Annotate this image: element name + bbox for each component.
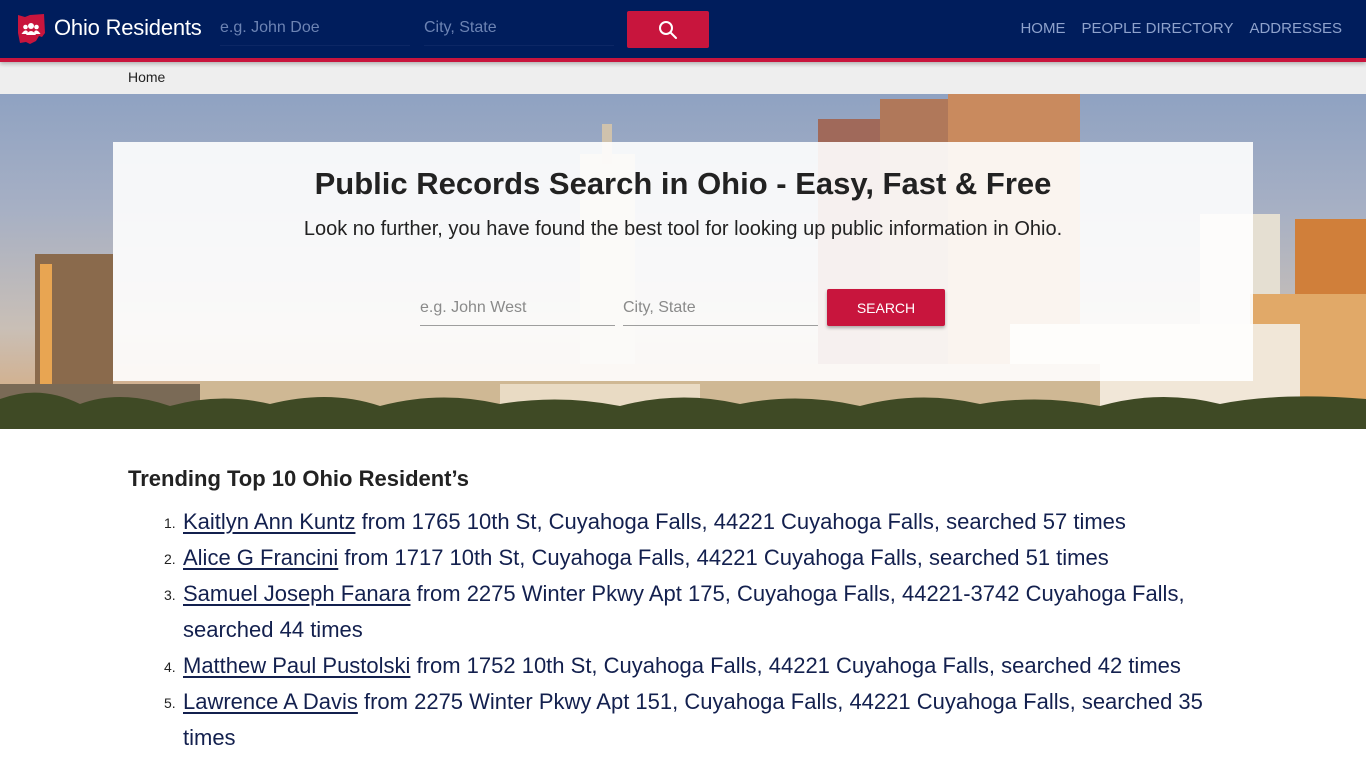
nav-people-directory[interactable]: PEOPLE DIRECTORY <box>1081 20 1233 37</box>
breadcrumb-home[interactable]: Home <box>128 69 165 85</box>
person-link[interactable]: Matthew Paul Pustolski <box>183 653 410 678</box>
list-item: 5. Lawrence A Davis from 2275 Winter Pkwy… <box>128 684 1228 756</box>
hero-search-card: Public Records Search in Ohio - Easy, Fa… <box>113 142 1253 381</box>
item-number: 5. <box>164 695 176 711</box>
person-detail: from 1765 10th St, Cuyahoga Falls, 44221… <box>355 509 1126 534</box>
hero-subtitle: Look no further, you have found the best… <box>303 218 1063 240</box>
list-item: 3. Samuel Joseph Fanara from 2275 Winter … <box>128 576 1228 648</box>
header-name-input[interactable] <box>220 10 410 46</box>
top-navbar: Ohio Residents HOME PEOPLE DIRECTORY ADD… <box>0 0 1366 62</box>
nav-home[interactable]: HOME <box>1020 20 1065 37</box>
trending-title: Trending Top 10 Ohio Resident’s <box>128 466 470 491</box>
item-number: 1. <box>164 515 176 531</box>
person-detail: from 1752 10th St, Cuyahoga Falls, 44221… <box>410 653 1181 678</box>
hero-name-input[interactable] <box>420 290 615 326</box>
item-number: 3. <box>164 587 176 603</box>
nav-addresses[interactable]: ADDRESSES <box>1249 20 1342 37</box>
main-nav: HOME PEOPLE DIRECTORY ADDRESSES <box>1020 20 1342 37</box>
item-number: 4. <box>164 659 176 675</box>
list-item: 1. Kaitlyn Ann Kuntz from 1765 10th St, C… <box>128 504 1228 540</box>
hero-search-button[interactable]: SEARCH <box>827 289 945 326</box>
header-city-input[interactable] <box>424 10 614 46</box>
ohio-state-people-icon[interactable] <box>16 13 46 45</box>
list-item: 2. Alice G Francini from 1717 10th St, Cu… <box>128 540 1228 576</box>
trending-list: 1. Kaitlyn Ann Kuntz from 1765 10th St, C… <box>128 504 1228 756</box>
item-number: 2. <box>164 551 176 567</box>
header-search-button[interactable] <box>627 11 709 48</box>
hero-city-input[interactable] <box>623 290 818 326</box>
search-icon <box>659 20 677 39</box>
person-link[interactable]: Alice G Francini <box>183 545 338 570</box>
person-link[interactable]: Samuel Joseph Fanara <box>183 581 410 606</box>
hero-section: Public Records Search in Ohio - Easy, Fa… <box>0 94 1366 429</box>
person-link[interactable]: Kaitlyn Ann Kuntz <box>183 509 355 534</box>
person-detail: from 1717 10th St, Cuyahoga Falls, 44221… <box>338 545 1109 570</box>
breadcrumb: Home <box>0 62 1366 94</box>
brand-link[interactable]: Ohio Residents <box>54 15 202 41</box>
list-item: 4. Matthew Paul Pustolski from 1752 10th … <box>128 648 1228 684</box>
person-link[interactable]: Lawrence A Davis <box>183 689 358 714</box>
hero-title: Public Records Search in Ohio - Easy, Fa… <box>314 166 1052 201</box>
